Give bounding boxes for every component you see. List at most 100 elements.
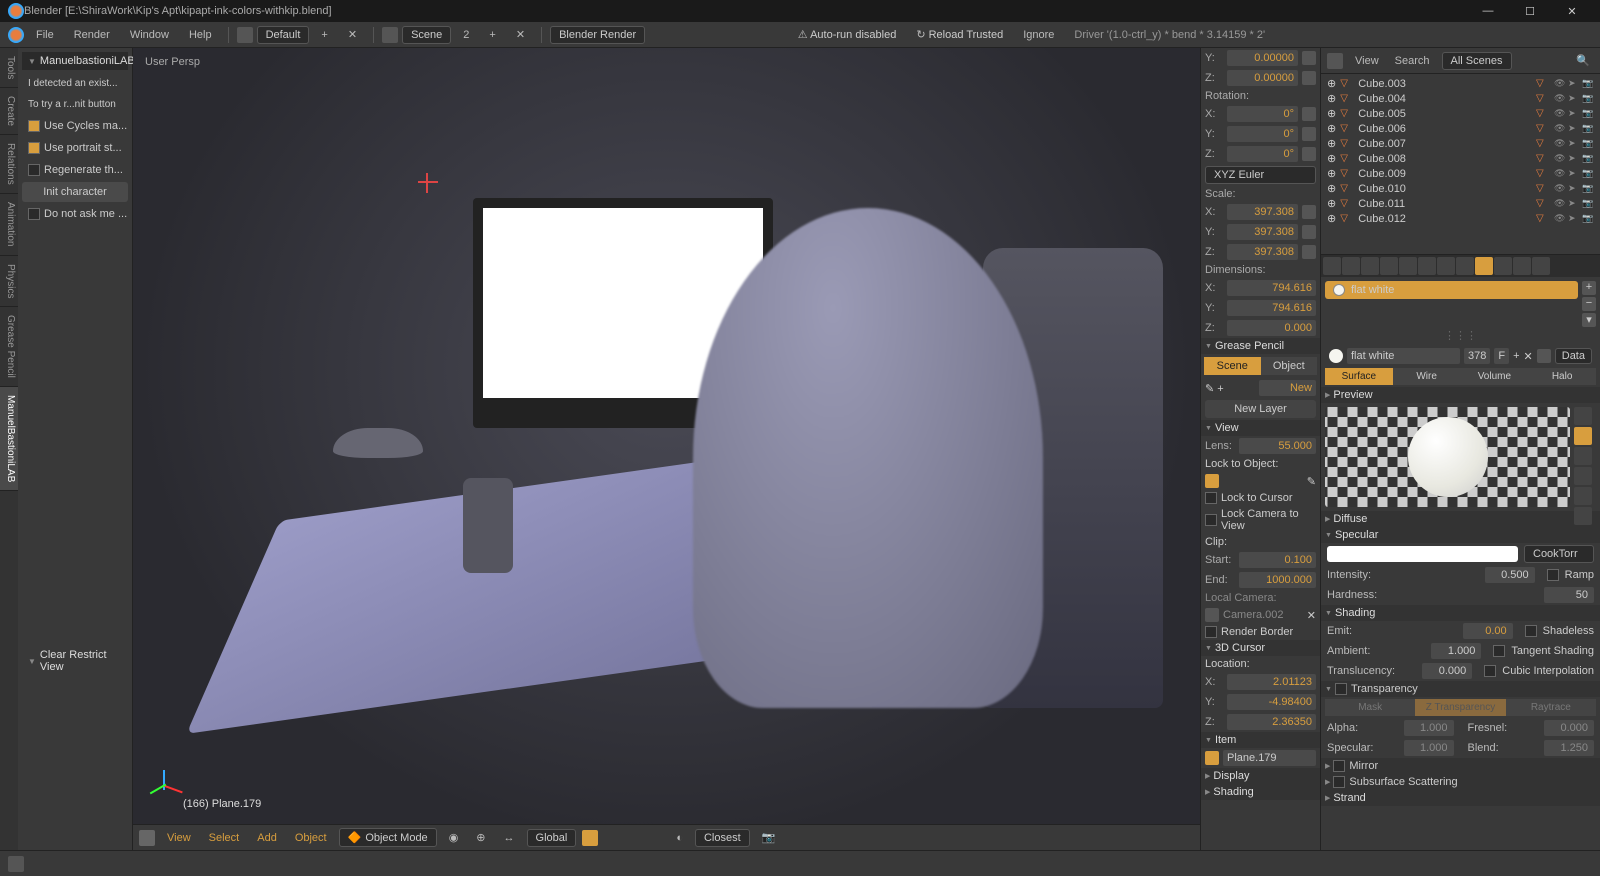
material-slot[interactable]: flat white — [1325, 281, 1578, 299]
specular-shader-dropdown[interactable]: CookTorr — [1524, 545, 1594, 563]
remove-slot-button[interactable]: − — [1582, 297, 1596, 311]
camera-name[interactable]: Camera.002 — [1223, 609, 1303, 621]
proportional-icon[interactable]: ◐ — [670, 829, 689, 847]
shading-section[interactable]: Shading — [1201, 784, 1320, 800]
shading-section[interactable]: Shading — [1321, 605, 1600, 621]
select-menu[interactable]: Select — [203, 829, 246, 847]
scale-z-field[interactable]: 397.308 — [1227, 244, 1298, 260]
loc-y-field[interactable]: 0.00000 — [1227, 50, 1298, 66]
slot-menu-button[interactable]: ▾ — [1582, 313, 1596, 327]
outliner-item[interactable]: ⊕▽Cube.003▽👁➤📷 — [1323, 76, 1598, 91]
scene-tab-icon[interactable] — [1361, 257, 1379, 275]
translucency-field[interactable]: 0.000 — [1422, 663, 1472, 679]
render-tab-icon[interactable] — [1323, 257, 1341, 275]
manipulator-icon[interactable]: ↔ — [498, 829, 521, 847]
delete-scene-button[interactable]: ✕ — [508, 25, 533, 44]
mirror-section[interactable]: Mirror — [1321, 758, 1600, 774]
scene-dropdown[interactable]: Scene — [402, 26, 451, 44]
alpha-field[interactable]: 1.000 — [1404, 720, 1454, 736]
preview-flat-icon[interactable] — [1574, 407, 1592, 425]
ambient-field[interactable]: 1.000 — [1431, 643, 1481, 659]
fresnel-field[interactable]: 0.000 — [1544, 720, 1594, 736]
ramp-checkbox[interactable] — [1547, 569, 1559, 581]
close-button[interactable]: ✕ — [1552, 0, 1592, 22]
object-menu[interactable]: Object — [289, 829, 333, 847]
preview-monkey-icon[interactable] — [1574, 467, 1592, 485]
render-menu[interactable]: Render — [66, 26, 118, 44]
lock-icon[interactable] — [1302, 51, 1316, 65]
lock-cursor-checkbox[interactable]: Lock to Cursor — [1221, 492, 1293, 504]
unlink-material-button[interactable]: ✕ — [1524, 350, 1533, 363]
scale-x-field[interactable]: 397.308 — [1227, 204, 1298, 220]
physics-tab-icon[interactable] — [1532, 257, 1550, 275]
shading-sphere-icon[interactable]: ◉ — [443, 828, 465, 847]
pivot-icon[interactable]: ⊕ — [470, 828, 491, 847]
gp-object-tab[interactable]: Object — [1261, 357, 1318, 375]
spec-alpha-field[interactable]: 1.000 — [1404, 740, 1454, 756]
outliner-display-dropdown[interactable]: All Scenes — [1442, 52, 1512, 70]
particles-tab-icon[interactable] — [1513, 257, 1531, 275]
tab-grease-pencil[interactable]: Grease Pencil — [0, 307, 18, 387]
editor-type-icon[interactable] — [139, 830, 155, 846]
preview-sphere-icon[interactable] — [1574, 427, 1592, 445]
ignore-button[interactable]: Ignore — [1015, 26, 1062, 44]
clip-end-field[interactable]: 1000.000 — [1239, 572, 1316, 588]
add-slot-button[interactable]: + — [1582, 281, 1596, 295]
rotation-mode-dropdown[interactable]: XYZ Euler — [1205, 166, 1316, 184]
add-material-button[interactable]: + — [1513, 350, 1519, 362]
world-tab-icon[interactable] — [1380, 257, 1398, 275]
modifiers-tab-icon[interactable] — [1437, 257, 1455, 275]
mode-dropdown[interactable]: 🔶 Object Mode — [339, 828, 437, 847]
data-tab-icon[interactable] — [1456, 257, 1474, 275]
eyedropper-icon[interactable]: ✎ — [1307, 475, 1316, 488]
clip-start-field[interactable]: 0.100 — [1239, 552, 1316, 568]
tab-tools[interactable]: Tools — [0, 48, 18, 88]
gp-new-layer-button[interactable]: New Layer — [1205, 400, 1316, 418]
file-menu[interactable]: File — [28, 26, 62, 44]
clear-restrict-view-panel[interactable]: Clear Restrict View — [22, 646, 128, 676]
cursor-y-field[interactable]: -4.98400 — [1227, 694, 1316, 710]
node-toggle-icon[interactable] — [1537, 349, 1551, 363]
outliner-item[interactable]: ⊕▽Cube.012▽👁➤📷 — [1323, 211, 1598, 226]
outliner-item[interactable]: ⊕▽Cube.005▽👁➤📷 — [1323, 106, 1598, 121]
outliner-tree[interactable]: ⊕▽Cube.003▽👁➤📷 ⊕▽Cube.004▽👁➤📷 ⊕▽Cube.005… — [1321, 74, 1600, 254]
specular-section[interactable]: Specular — [1321, 527, 1600, 543]
tab-animation[interactable]: Animation — [0, 194, 18, 255]
mask-tab[interactable]: Mask — [1325, 699, 1415, 716]
delete-layout-button[interactable]: ✕ — [340, 25, 365, 44]
search-icon[interactable]: 🔍 — [1572, 52, 1594, 69]
blend-field[interactable]: 1.250 — [1544, 740, 1594, 756]
halo-tab[interactable]: Halo — [1528, 368, 1596, 385]
maximize-button[interactable]: ☐ — [1510, 0, 1550, 22]
snap-dropdown[interactable]: Closest — [695, 829, 750, 847]
item-name-field[interactable]: Plane.179 — [1223, 750, 1316, 766]
preview-cube-icon[interactable] — [1574, 447, 1592, 465]
scale-y-field[interactable]: 397.308 — [1227, 224, 1298, 240]
tab-create[interactable]: Create — [0, 88, 18, 135]
add-scene-button[interactable]: + — [481, 26, 503, 44]
outliner-item[interactable]: ⊕▽Cube.008▽👁➤📷 — [1323, 151, 1598, 166]
cubic-checkbox[interactable] — [1484, 665, 1496, 677]
window-menu[interactable]: Window — [122, 26, 177, 44]
lock-icon[interactable] — [1302, 225, 1316, 239]
editor-type-icon[interactable] — [8, 856, 24, 872]
outliner-item[interactable]: ⊕▽Cube.011▽👁➤📷 — [1323, 196, 1598, 211]
rot-z-field[interactable]: 0° — [1227, 146, 1298, 162]
outliner-search-menu[interactable]: Search — [1391, 53, 1434, 69]
outliner-item[interactable]: ⊕▽Cube.004▽👁➤📷 — [1323, 91, 1598, 106]
reload-trusted-button[interactable]: ↻ Reload Trusted — [908, 25, 1011, 44]
cursor-x-field[interactable]: 2.01123 — [1227, 674, 1316, 690]
grease-pencil-section[interactable]: Grease Pencil — [1201, 338, 1320, 354]
dim-y-field[interactable]: 794.616 — [1227, 300, 1316, 316]
dim-z-field[interactable]: 0.000 — [1227, 320, 1316, 336]
lock-icon[interactable] — [1302, 147, 1316, 161]
use-cycles-checkbox[interactable]: Use Cycles ma... — [22, 116, 128, 136]
hardness-field[interactable]: 50 — [1544, 587, 1594, 603]
loc-z-field[interactable]: 0.00000 — [1227, 70, 1298, 86]
render-icon[interactable]: 📷 — [756, 828, 782, 847]
wire-tab[interactable]: Wire — [1393, 368, 1461, 385]
rot-x-field[interactable]: 0° — [1227, 106, 1298, 122]
sss-section[interactable]: Subsurface Scattering — [1321, 774, 1600, 790]
specular-color[interactable] — [1327, 546, 1518, 562]
minimize-button[interactable]: — — [1468, 0, 1508, 22]
